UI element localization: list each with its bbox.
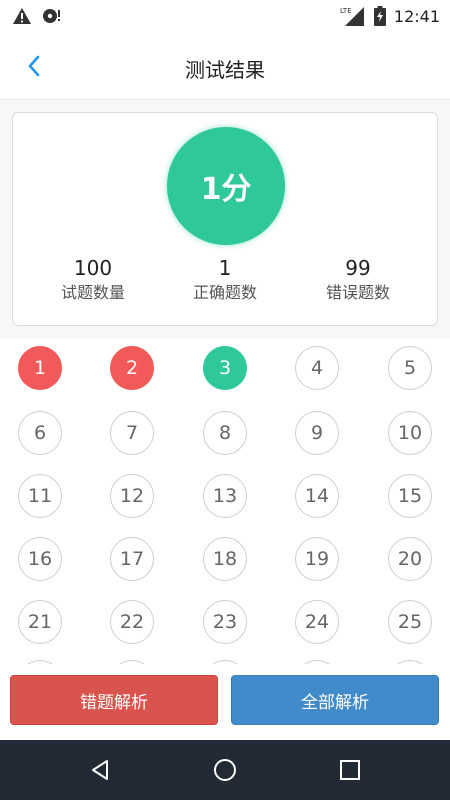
question-number-21[interactable]: 21	[18, 600, 62, 644]
network-type-label: LTE	[340, 7, 352, 15]
question-number-9[interactable]: 9	[295, 411, 339, 455]
stat-label: 错误题数	[325, 283, 390, 302]
question-number-10[interactable]: 10	[388, 411, 432, 455]
stat-value: 99	[345, 256, 371, 280]
question-number-18[interactable]: 18	[203, 537, 247, 581]
bottom-action-bar: 错题解析 全部解析	[0, 664, 450, 740]
title-bar: 测试结果	[0, 32, 450, 100]
question-number-2[interactable]: 2	[110, 346, 154, 390]
question-number-8[interactable]: 8	[203, 411, 247, 455]
question-number-1[interactable]: 1	[18, 346, 62, 390]
question-number-24[interactable]: 24	[295, 600, 339, 644]
question-number-23[interactable]: 23	[203, 600, 247, 644]
question-number-13[interactable]: 13	[203, 474, 247, 518]
stat-wrong-count: 99 错误题数	[293, 255, 423, 305]
question-number-5[interactable]: 5	[388, 346, 432, 390]
result-card: 1分 100 试题数量 1 正确题数 99 错误题数	[12, 112, 438, 326]
question-number-3[interactable]: 3	[203, 346, 247, 390]
question-number-4[interactable]: 4	[295, 346, 339, 390]
status-right: LTE 12:41	[340, 5, 440, 27]
stat-total-questions: 100 试题数量	[28, 255, 158, 305]
stat-value: 1	[218, 256, 232, 280]
question-grid: 1 2 3 4 5 6 7 8 9 10 11 12 13 14 15 16 17 18 19 20 21 22 23 24 2…	[0, 338, 450, 664]
question-number-11[interactable]: 11	[18, 474, 62, 518]
disc-alert-icon	[42, 7, 62, 25]
question-number-22[interactable]: 22	[110, 600, 154, 644]
navigation-bar	[0, 740, 450, 800]
warning-icon	[12, 7, 32, 25]
stat-value: 100	[73, 256, 113, 280]
circle-home-icon	[212, 757, 238, 783]
status-time: 12:41	[393, 6, 440, 26]
status-bar: LTE 12:41	[0, 0, 450, 32]
question-number-20[interactable]: 20	[388, 537, 432, 581]
page-title: 测试结果	[185, 58, 265, 82]
wrong-analysis-button[interactable]: 错题解析	[10, 675, 218, 725]
question-number-25[interactable]: 25	[388, 600, 432, 644]
question-number-14[interactable]: 14	[295, 474, 339, 518]
question-number-17[interactable]: 17	[110, 537, 154, 581]
question-number-6[interactable]: 6	[18, 411, 62, 455]
question-number-16[interactable]: 16	[18, 537, 62, 581]
question-number-12[interactable]: 12	[110, 474, 154, 518]
score-value: 1分	[200, 172, 252, 207]
stat-label: 试题数量	[60, 283, 125, 302]
stat-label: 正确题数	[192, 283, 257, 302]
battery-charging-icon	[373, 6, 386, 26]
score-circle: 1分	[167, 127, 285, 245]
square-recent-icon	[338, 758, 362, 782]
status-left	[12, 7, 62, 25]
triangle-back-icon	[88, 758, 112, 782]
question-number-7[interactable]: 7	[110, 411, 154, 455]
cellular-signal-icon: LTE	[340, 5, 366, 27]
nav-back-button[interactable]	[84, 754, 116, 786]
nav-home-button[interactable]	[209, 754, 241, 786]
question-number-19[interactable]: 19	[295, 537, 339, 581]
nav-recent-apps-button[interactable]	[334, 754, 366, 786]
question-number-15[interactable]: 15	[388, 474, 432, 518]
all-analysis-button[interactable]: 全部解析	[231, 675, 439, 725]
stat-correct-count: 1 正确题数	[160, 255, 290, 305]
